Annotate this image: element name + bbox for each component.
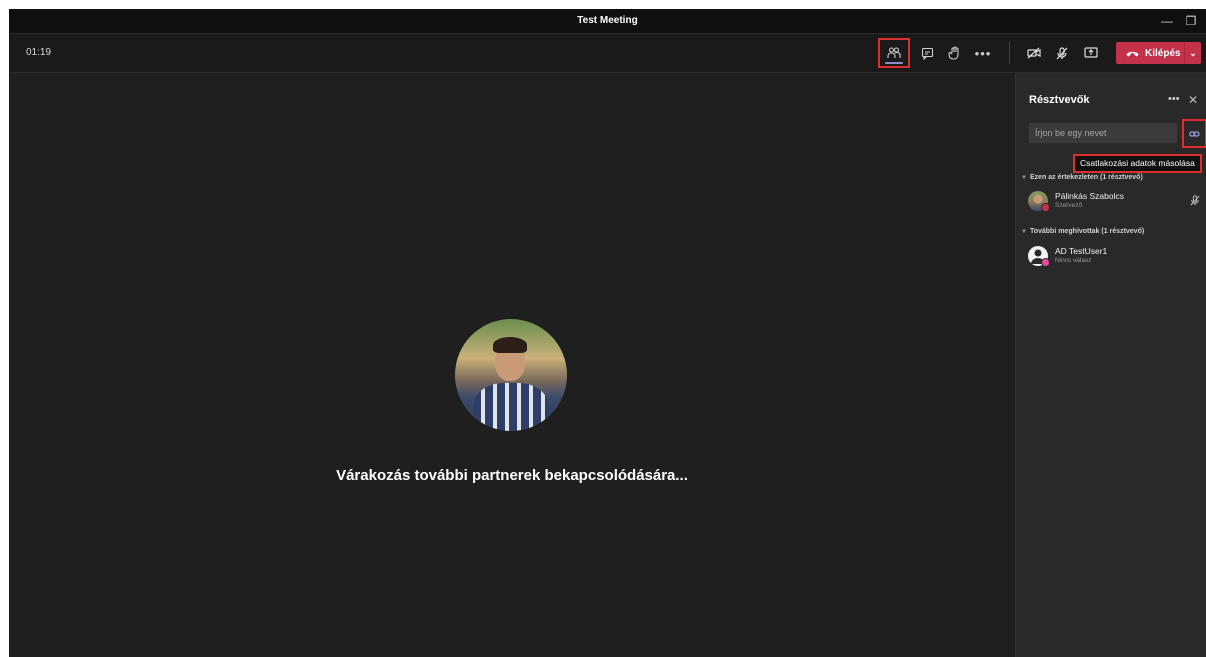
presence-dot	[1041, 203, 1050, 212]
participants-icon	[887, 47, 901, 58]
leave-label: Kilépés	[1145, 47, 1181, 59]
more-icon: •••	[974, 45, 992, 61]
leave-options-button[interactable]: ⌄	[1185, 48, 1201, 59]
participant-row[interactable]: AD TestUser1 Nincs válasz	[1028, 244, 1203, 270]
caret-down-icon: ▼	[1021, 229, 1027, 235]
participant-name: Pálinkás Szabolcs	[1055, 191, 1124, 201]
participant-role: Szervező	[1055, 202, 1083, 209]
copy-join-info-button[interactable]	[1182, 119, 1206, 148]
meeting-toolbar: 01:19 ••• Kilépés ⌄	[9, 34, 1206, 73]
raise-hand-button[interactable]	[940, 40, 968, 66]
hang-up-icon	[1126, 51, 1139, 56]
mic-off-icon	[1190, 195, 1200, 209]
panel-close-button[interactable]: ✕	[1188, 93, 1198, 107]
copy-join-info-tooltip: Csatlakozási adatok másolása	[1073, 154, 1202, 173]
meeting-stage: Várakozás további partnerek bekapcsolódá…	[9, 73, 1015, 657]
section-label: További meghívottak (1 résztvevő)	[1029, 228, 1145, 235]
participant-status: Nincs válasz	[1055, 257, 1092, 264]
participant-name: AD TestUser1	[1055, 246, 1108, 256]
section-label: Ezen az értekezleten (1 résztvevő)	[1029, 174, 1143, 181]
leave-button[interactable]: Kilépés ⌄	[1116, 42, 1201, 64]
participant-row[interactable]: Pálinkás Szabolcs Szervező	[1028, 189, 1203, 215]
chat-button[interactable]	[913, 40, 941, 66]
teams-meeting-window: Test Meeting — ❐ × 01:19 •••	[9, 9, 1206, 657]
close-icon: ✕	[1188, 93, 1199, 107]
waiting-message: Várakozás további partnerek bekapcsolódá…	[336, 467, 688, 484]
window-title: Test Meeting	[577, 15, 638, 26]
participants-button[interactable]	[878, 38, 910, 68]
participant-search-input[interactable]	[1029, 123, 1177, 143]
share-screen-icon	[1084, 47, 1098, 58]
minimize-button[interactable]: —	[1155, 12, 1179, 30]
camera-off-icon	[1027, 47, 1041, 59]
camera-toggle-button[interactable]	[1020, 40, 1048, 66]
section-in-meeting[interactable]: ▼ Ezen az értekezleten (1 résztvevő)	[1021, 174, 1143, 181]
meeting-timer: 01:19	[26, 47, 52, 58]
toolbar-divider	[1009, 42, 1010, 64]
presence-dot	[1041, 258, 1050, 267]
link-icon	[1189, 130, 1200, 137]
mic-off-icon	[1056, 46, 1068, 59]
chat-icon	[921, 47, 933, 60]
raise-hand-icon	[947, 46, 959, 60]
participant-video-avatar	[455, 319, 567, 431]
panel-more-button[interactable]: •••	[1168, 93, 1180, 105]
avatar-shirt	[473, 383, 549, 431]
more-actions-button[interactable]: •••	[969, 40, 997, 66]
leave-main[interactable]: Kilépés	[1116, 48, 1184, 59]
share-screen-button[interactable]	[1077, 40, 1105, 66]
title-bar: Test Meeting — ❐ ×	[9, 9, 1206, 34]
mic-toggle-button[interactable]	[1048, 40, 1076, 66]
caret-down-icon: ▼	[1021, 175, 1027, 181]
more-icon: •••	[1168, 93, 1180, 105]
close-window-button[interactable]: ×	[1199, 12, 1206, 30]
panel-title: Résztvevők	[1029, 94, 1090, 106]
section-other-invitees[interactable]: ▼ További meghívottak (1 résztvevő)	[1021, 228, 1144, 235]
avatar-hair	[493, 337, 527, 353]
chevron-down-icon: ⌄	[1189, 47, 1197, 58]
